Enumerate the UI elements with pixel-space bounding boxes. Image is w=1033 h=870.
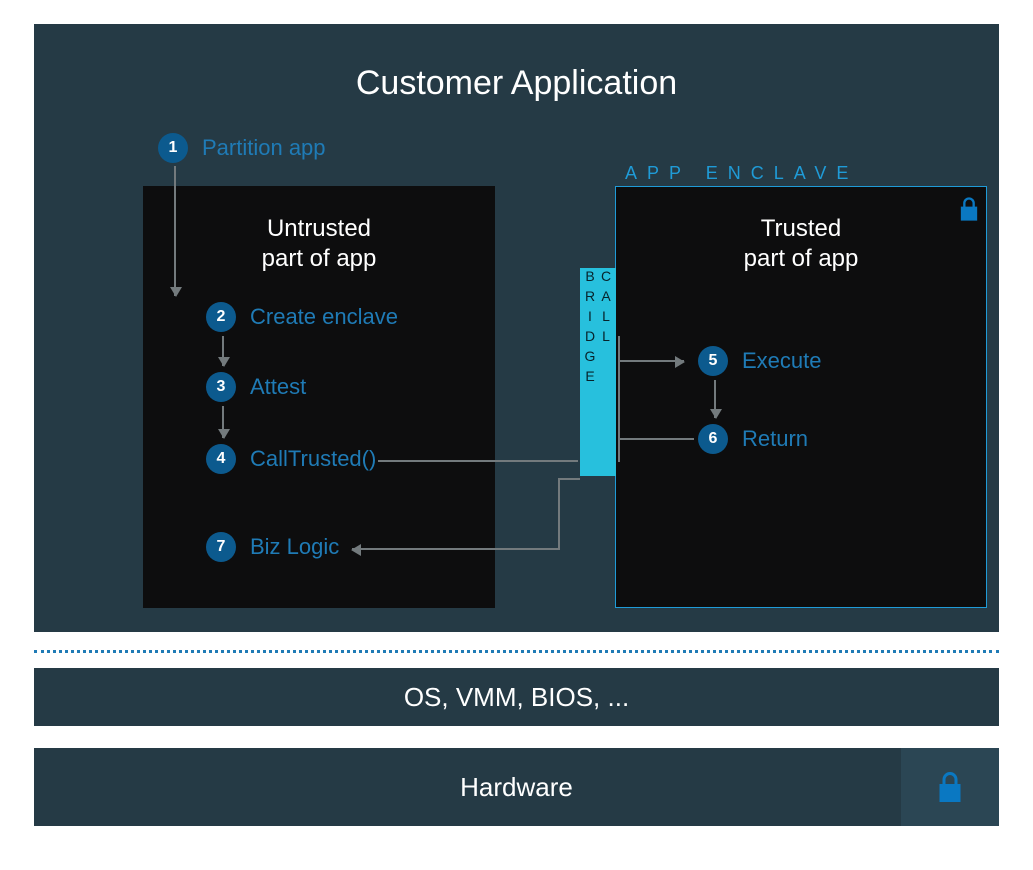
return-seg-b2 xyxy=(558,478,580,480)
step-3: 3 Attest xyxy=(206,372,306,402)
arrow-2-3 xyxy=(222,336,224,366)
step-label: Biz Logic xyxy=(250,534,339,560)
step-7: 7 Biz Logic xyxy=(206,532,339,562)
step-label: Execute xyxy=(742,348,822,374)
call-bridge: CALL BRIDGE xyxy=(580,268,616,476)
arrow-bridge-5 xyxy=(618,360,684,362)
hardware-bar: Hardware xyxy=(34,748,999,826)
arrow-3-4 xyxy=(222,406,224,438)
bridge-up xyxy=(618,336,620,462)
return-seg-b xyxy=(558,478,560,548)
step-label: CallTrusted() xyxy=(250,446,376,472)
step-label: Attest xyxy=(250,374,306,400)
step-badge: 1 xyxy=(158,133,188,163)
step-label: Return xyxy=(742,426,808,452)
step-2: 2 Create enclave xyxy=(206,302,398,332)
hardware-bar-label: Hardware xyxy=(460,772,573,803)
arrow-4-bridge xyxy=(378,460,578,462)
step-badge: 4 xyxy=(206,444,236,474)
os-bar-label: OS, VMM, BIOS, ... xyxy=(404,682,629,713)
app-enclave-label: APP ENCLAVE xyxy=(625,163,858,184)
trusted-line1: Trusted xyxy=(761,215,841,242)
step-1: 1 Partition app xyxy=(158,133,326,163)
step-4: 4 CallTrusted() xyxy=(206,444,376,474)
panel-title: Customer Application xyxy=(34,64,999,103)
step-badge: 5 xyxy=(698,346,728,376)
arrow-bridge-7 xyxy=(352,548,560,550)
untrusted-line1: Untrusted xyxy=(267,215,371,242)
step-badge: 2 xyxy=(206,302,236,332)
step-label: Create enclave xyxy=(250,304,398,330)
divider-dotted xyxy=(34,650,999,653)
arrow-1-2 xyxy=(174,166,176,296)
trusted-line2: part of app xyxy=(744,245,859,272)
step-badge: 3 xyxy=(206,372,236,402)
hardware-lock-box xyxy=(901,748,999,826)
lock-icon xyxy=(932,769,968,805)
trusted-heading: Trusted part of app xyxy=(615,214,987,274)
customer-application-panel: Customer Application 1 Partition app Unt… xyxy=(34,24,999,632)
arrow-5-6 xyxy=(714,380,716,418)
step-badge: 6 xyxy=(698,424,728,454)
step-6: 6 Return xyxy=(698,424,808,454)
call-bridge-label: CALL BRIDGE xyxy=(582,268,614,476)
step-label: Partition app xyxy=(202,135,326,161)
os-bar: OS, VMM, BIOS, ... xyxy=(34,668,999,726)
untrusted-line2: part of app xyxy=(262,245,377,272)
step-badge: 7 xyxy=(206,532,236,562)
return-seg-a xyxy=(618,438,694,440)
untrusted-heading: Untrusted part of app xyxy=(143,214,495,274)
step-5: 5 Execute xyxy=(698,346,822,376)
